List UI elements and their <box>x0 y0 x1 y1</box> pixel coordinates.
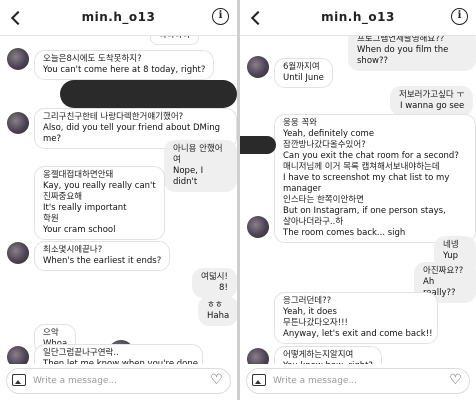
message-bubble-mine: 아니용 안했어여 Nope, I didn't <box>164 140 237 192</box>
message-bubble: 6월까지여 Until June <box>274 58 333 88</box>
message-bubble: 웅웅 꼭와 Yeah, definitely come 잠깐방나갔다올수있어? … <box>274 114 476 243</box>
message-list[interactable]: 프로그램언제촬영해요?? When do you film the show??… <box>240 30 476 376</box>
gallery-icon[interactable] <box>12 374 26 386</box>
message-list[interactable]: ㅋㅋㅋㅋ 오늘은8시에도 도착못하지? You can't come here … <box>0 30 237 374</box>
left-chat-panel: min.h_o13 i ㅋㅋㅋㅋ 오늘은8시에도 도착못하지? You can'… <box>0 0 237 400</box>
message-bubble: 최소몇시에끝나? When's the earliest it ends? <box>34 241 171 271</box>
avatar[interactable] <box>7 112 29 134</box>
message-input[interactable] <box>273 374 423 388</box>
gallery-icon[interactable] <box>252 374 266 386</box>
message-bubble-mine: 여덟시! 8! <box>192 268 237 298</box>
composer: ♡ <box>6 368 231 394</box>
avatar[interactable] <box>247 216 269 238</box>
avatar[interactable] <box>7 48 29 70</box>
message-bubble-mine: 프로그램언제촬영해요?? When do you film the show?? <box>348 30 476 71</box>
avatar[interactable] <box>247 56 269 78</box>
redacted-bubble <box>60 80 237 108</box>
message-bubble: 오늘은8시에도 도착못하지? You can't come here at 8 … <box>34 50 215 80</box>
heart-icon[interactable]: ♡ <box>448 373 463 388</box>
message-input[interactable] <box>33 374 183 388</box>
message-composer-bar: ♡ <box>0 364 237 400</box>
info-icon[interactable]: i <box>212 8 229 25</box>
heart-icon[interactable]: ♡ <box>209 373 224 388</box>
redacted-region <box>240 136 276 154</box>
chat-title: min.h_o13 <box>321 10 395 24</box>
info-icon[interactable]: i <box>451 8 468 25</box>
chat-header: min.h_o13 i <box>0 0 237 36</box>
chat-title: min.h_o13 <box>81 10 156 24</box>
right-chat-panel: min.h_o13 i 프로그램언제촬영해요?? When do you fil… <box>240 0 476 400</box>
message-bubble-mine: 저보러가고싶다 ㅜ I wanna go see <box>390 86 474 116</box>
message-bubble: 응그러던데?? Yeah, it does 무튼나갔다오자!!! Anyway,… <box>274 292 438 344</box>
chat-header: min.h_o13 i <box>240 0 476 36</box>
message-bubble-mine: ㅎㅎ Haha <box>198 296 237 326</box>
message-composer-bar: ♡ <box>240 364 476 400</box>
message-bubble: 옹젤대접대하면안돼 Kay, you really really can't 진… <box>34 166 165 240</box>
composer: ♡ <box>246 368 470 394</box>
avatar[interactable] <box>7 242 29 264</box>
